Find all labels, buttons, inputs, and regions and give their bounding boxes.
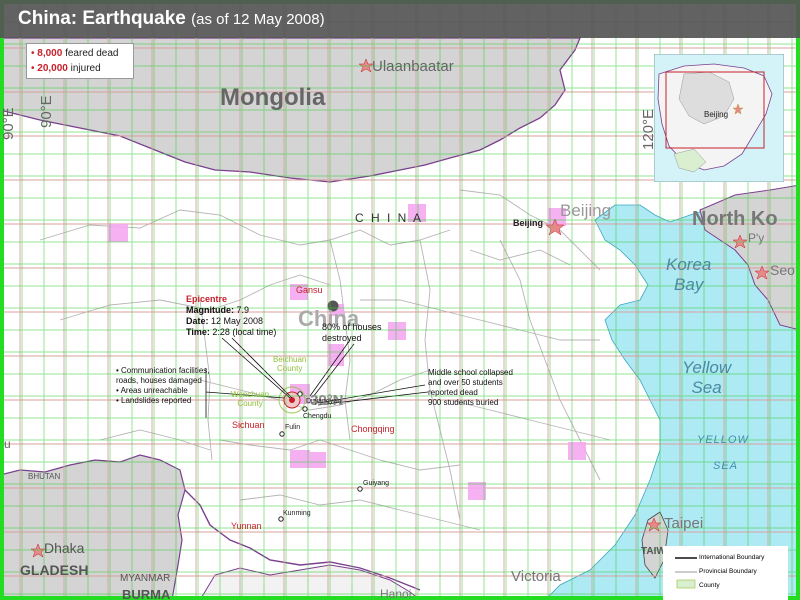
injured-label: injured bbox=[70, 63, 101, 74]
injured-count: 20,000 bbox=[37, 63, 68, 74]
label-bhutan: BHUTAN bbox=[28, 472, 61, 481]
label-beijing-large: Beijing bbox=[560, 201, 612, 220]
label-sea-caps: SEA bbox=[713, 460, 739, 472]
title-main: China: Earthquake bbox=[18, 8, 186, 29]
label-seoul: Seo bbox=[770, 262, 795, 278]
label-taipei: Taipei bbox=[664, 515, 704, 532]
label-wenchuan-county: Wenchuan County bbox=[231, 390, 270, 409]
label-hanoi: Hanoi bbox=[380, 587, 412, 600]
time-value: 2:28 (local time) bbox=[212, 327, 277, 337]
label-beichuan-county: Beichuan County bbox=[273, 355, 307, 374]
casualties-box: • 8,000 feared dead • 20,000 injured bbox=[26, 43, 134, 79]
label-lon-90e-left: 90°E bbox=[0, 107, 17, 140]
label-sichuan: Sichuan bbox=[232, 420, 265, 430]
label-kunming: Kunming bbox=[283, 510, 311, 517]
label-yellow-sea: Yellow Sea bbox=[682, 358, 732, 397]
label-korea-bay: Korea Bay bbox=[666, 255, 712, 294]
impacts-callout: • Communication facilities, roads, house… bbox=[116, 366, 212, 406]
date-label: Date: bbox=[186, 316, 209, 326]
date-value: 12 May 2008 bbox=[211, 316, 264, 326]
legend-county: County bbox=[699, 582, 720, 589]
label-bangladesh: GLADESH bbox=[20, 562, 89, 578]
label-dhaka: Dhaka bbox=[44, 540, 85, 556]
impact-item: • Areas unreachable bbox=[116, 386, 188, 395]
legend-international: International Boundary bbox=[699, 554, 765, 561]
label-chengdu: Chengdu bbox=[303, 413, 332, 420]
label-beijing-small: Beijing bbox=[513, 218, 544, 228]
impact-item: • Communication facilities, roads, house… bbox=[116, 366, 210, 385]
label-guiyang: Guiyang bbox=[363, 480, 390, 487]
legend-provincial: Provincial Boundary bbox=[699, 568, 757, 575]
epicentre-callout: Epicentre Magnitude: 7.9 Date: 12 May 20… bbox=[186, 294, 276, 338]
label-ulaanbaatar: Ulaanbaatar bbox=[372, 58, 454, 75]
label-china-caps: C H I N A bbox=[355, 211, 424, 225]
label-mongolia: Mongolia bbox=[220, 84, 326, 111]
label-yunnan: Yunnan bbox=[231, 521, 262, 531]
magnitude-value: 7.9 bbox=[236, 305, 250, 315]
title-date: (as of 12 May 2008) bbox=[191, 11, 325, 28]
school-callout: Middle school collapsed and over 50 stud… bbox=[428, 368, 513, 407]
label-lat-left: u bbox=[4, 437, 11, 451]
label-chongqing: Chongqing bbox=[351, 424, 395, 434]
map-stage: { "header": { "title_main": "China: Eart… bbox=[0, 0, 800, 600]
label-dujiangyan: Dujiangyan bbox=[306, 398, 342, 405]
map-legend: International Boundary Provincial Bounda… bbox=[663, 546, 788, 600]
dead-label: feared dead bbox=[65, 48, 119, 59]
page-title: China: Earthquake (as of 12 May 2008) bbox=[18, 8, 325, 30]
houses-callout: 80% of houses destroyed bbox=[322, 322, 382, 343]
inset-beijing-label: Beijing bbox=[704, 110, 729, 119]
magnitude-label: Magnitude: bbox=[186, 305, 234, 315]
label-north-korea: North Ko bbox=[692, 208, 778, 230]
time-label: Time: bbox=[186, 327, 210, 337]
epicentre-heading: Epicentre bbox=[186, 294, 228, 304]
label-myanmar: MYANMAR bbox=[120, 573, 171, 584]
impact-item: • Landslides reported bbox=[116, 396, 192, 405]
label-pyongyang: P'y bbox=[748, 231, 765, 245]
label-lon-90e: 90°E bbox=[38, 95, 55, 128]
label-fulin: Fulin bbox=[285, 424, 301, 431]
label-yellow-sea-caps: YELLOW bbox=[697, 434, 749, 446]
label-burma: BURMA bbox=[122, 587, 171, 600]
label-victoria: Victoria bbox=[511, 568, 561, 585]
label-gansu: Gansu bbox=[296, 285, 323, 295]
dead-count: 8,000 bbox=[37, 48, 63, 59]
